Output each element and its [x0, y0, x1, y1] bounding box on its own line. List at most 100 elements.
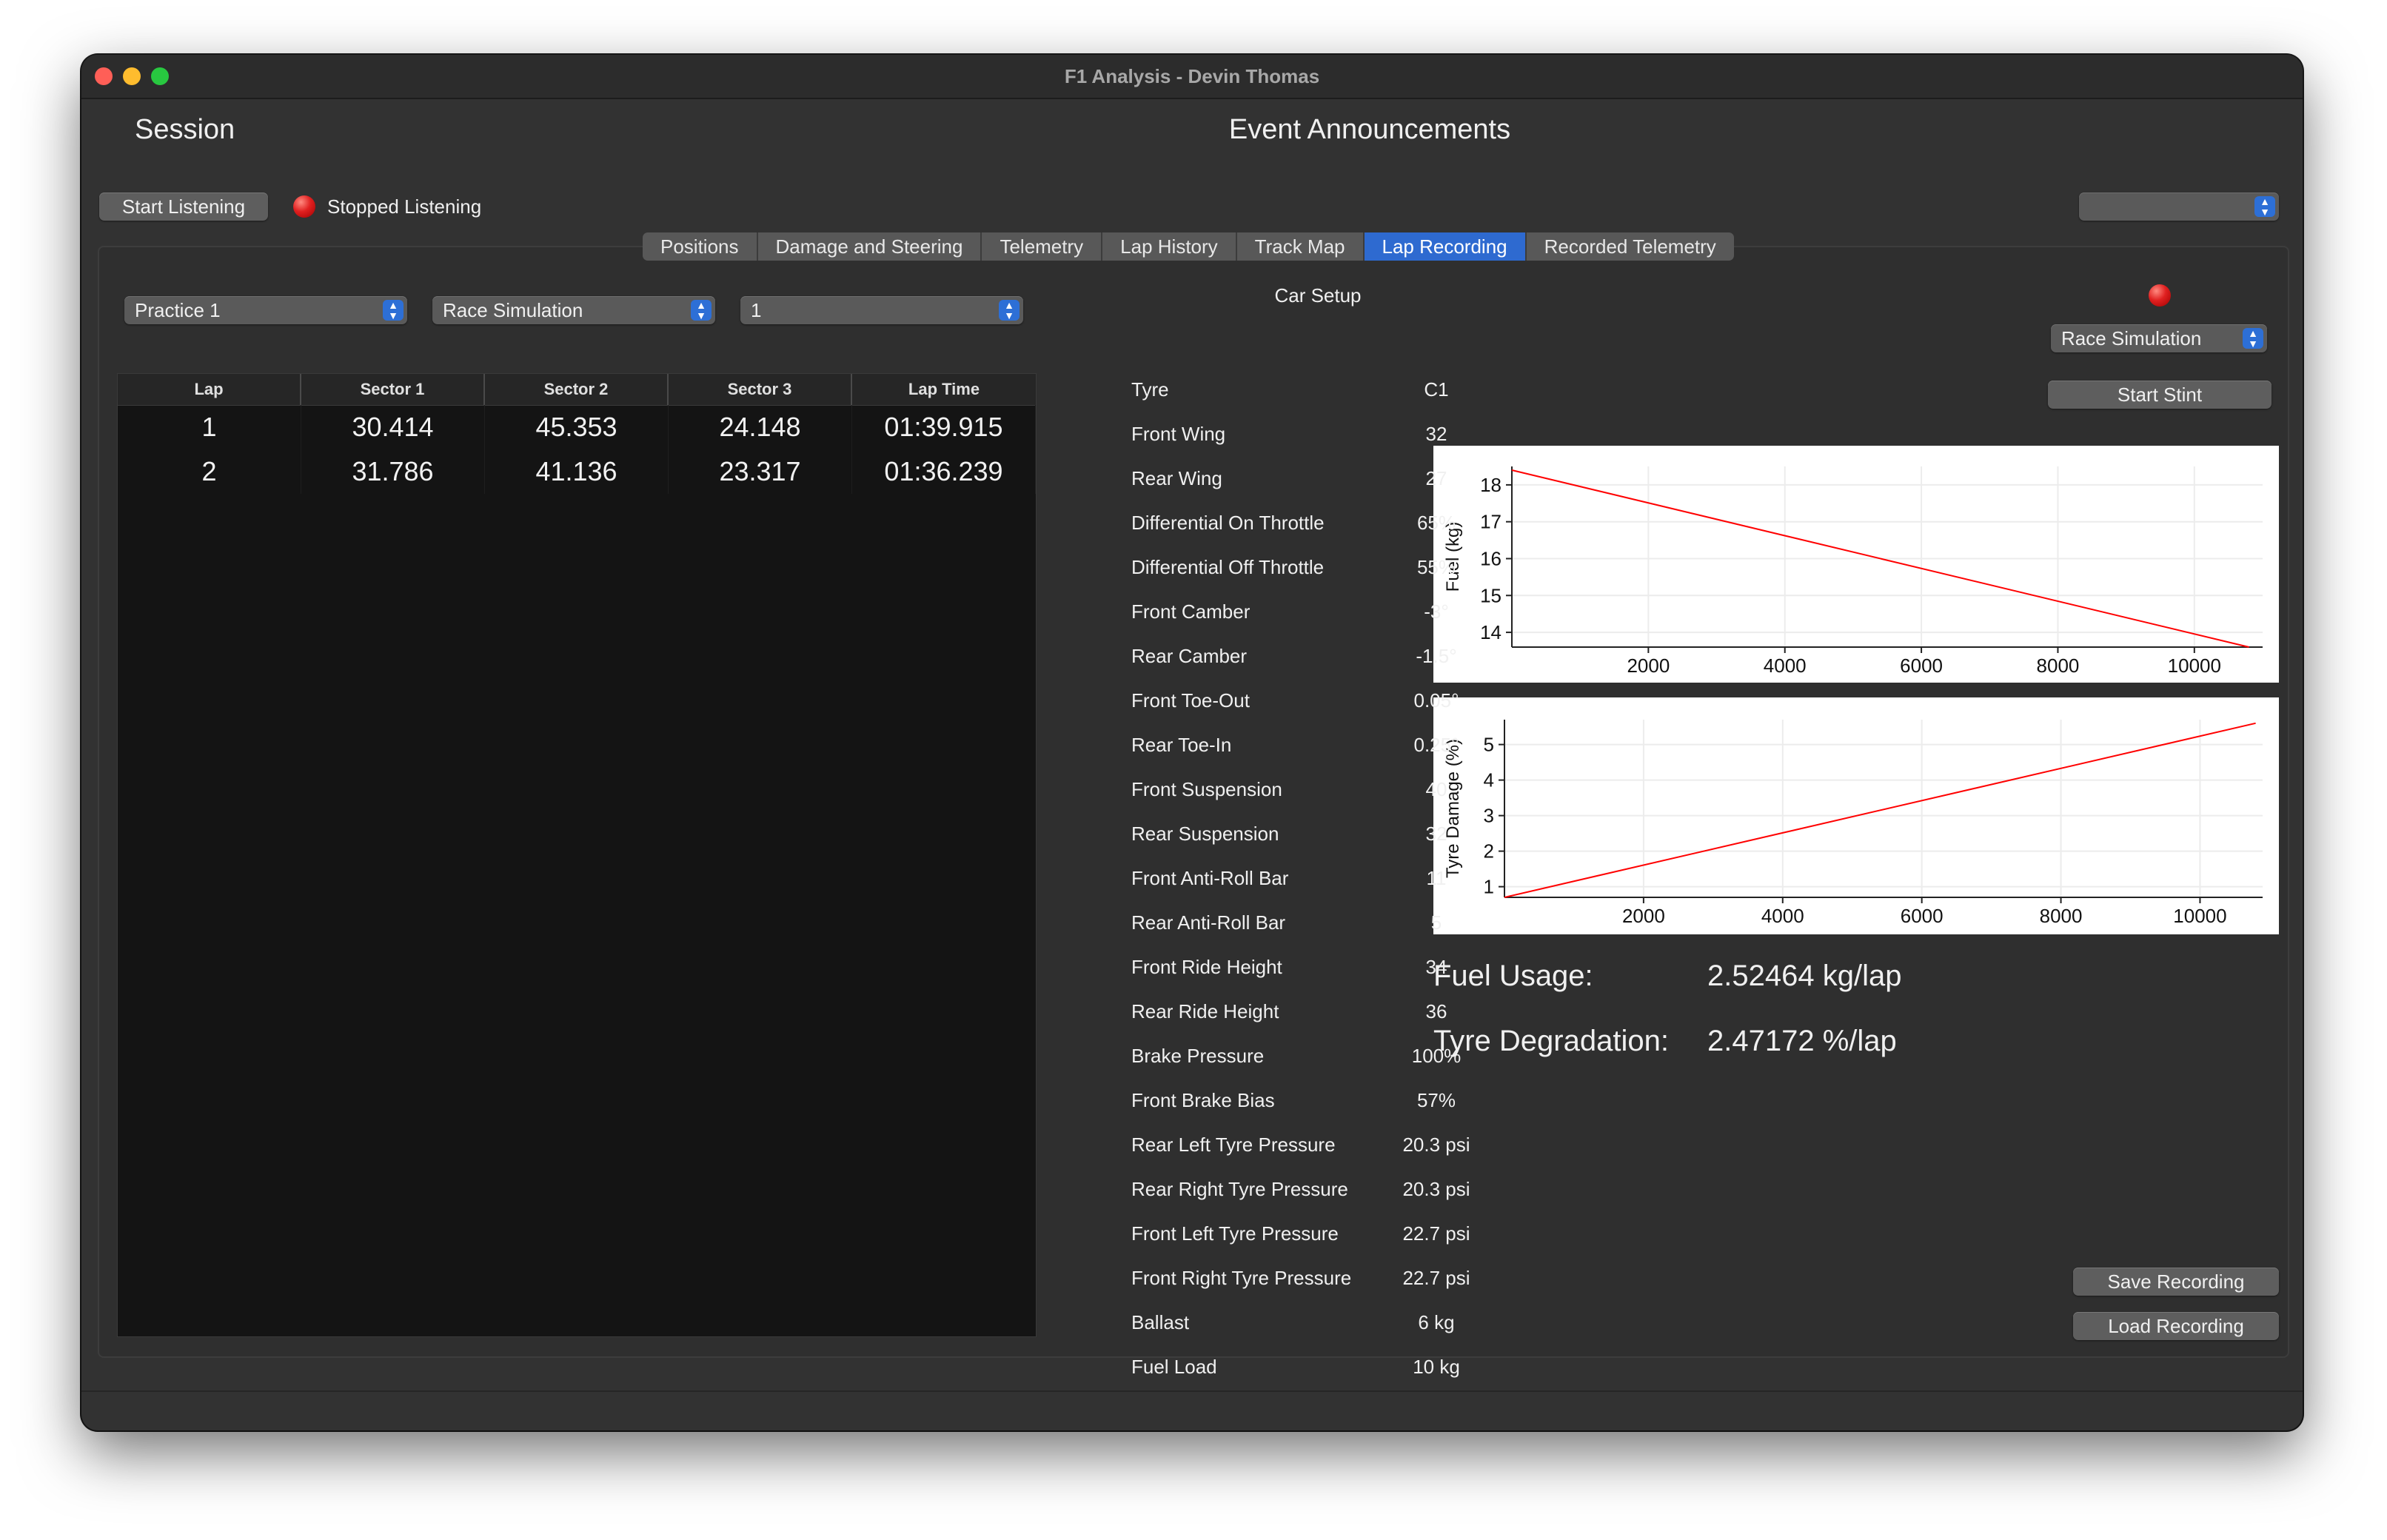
event-announcements-heading: Event Announcements	[1228, 114, 1511, 145]
setup-label: Front Wing	[1131, 423, 1226, 445]
setup-label: Front Toe-Out	[1131, 689, 1250, 712]
x-tick-label: 2000	[1622, 905, 1665, 927]
mode-select-value: Race Simulation	[443, 299, 583, 321]
laps-table-header: Lap Sector 1 Sector 2 Sector 3 Lap Time	[118, 374, 1036, 406]
setup-value: 27	[1425, 467, 1447, 489]
setup-value: 6 kg	[1418, 1311, 1455, 1333]
fuel-chart: 2000 4000 6000 8000 10000 14 15 16 17 18 Fuel (kg)	[1433, 446, 2279, 683]
setup-value: 65%	[1416, 512, 1456, 534]
tyre-degradation-value: 2.47172 %/lap	[1707, 1025, 1897, 1057]
setup-value: -1.5°	[1416, 645, 1457, 667]
setup-label: Rear Suspension	[1131, 823, 1279, 845]
x-tick-label: 6000	[1901, 905, 1944, 927]
setup-label: Differential Off Throttle	[1131, 556, 1325, 578]
x-tick-label: 10000	[2168, 654, 2221, 677]
chevron-up-down-icon: ▲ ▼	[691, 300, 712, 321]
tab-track-map[interactable]: Track Map	[1236, 232, 1365, 261]
tab-damage-and-steering[interactable]: Damage and Steering	[757, 232, 982, 261]
tyre-damage-chart: 2000 4000 6000 8000 10000 1 2 3 4 5 Tyre Damage (%…	[1433, 697, 2279, 934]
setup-value: 5	[1430, 911, 1442, 934]
cell-sector-2: 41.136	[485, 449, 669, 494]
table-row[interactable]: 1 30.414 45.353 24.148 01:39.915	[118, 405, 1036, 449]
setup-label: Front Suspension	[1131, 778, 1282, 800]
setup-label: Tyre	[1131, 378, 1169, 401]
load-recording-button[interactable]: Load Recording	[2073, 1312, 2279, 1340]
setup-value: 32	[1425, 823, 1447, 845]
x-tick-label: 4000	[1764, 654, 1807, 677]
window-title: F1 Analysis - Devin Thomas	[1064, 65, 1320, 87]
chevron-up-down-icon: ▲ ▼	[2254, 196, 2275, 217]
tab-lap-recording[interactable]: Lap Recording	[1364, 232, 1527, 261]
column-header-lap[interactable]: Lap	[118, 374, 301, 405]
fuel-usage-value: 2.52464 kg/lap	[1707, 960, 1902, 992]
session-select[interactable]: Practice 1 ▲ ▼	[124, 296, 407, 324]
laps-table: Lap Sector 1 Sector 2 Sector 3 Lap Time …	[117, 373, 1037, 1337]
x-tick-label: 8000	[2040, 905, 2083, 927]
tyre-damage-chart-svg: 2000 4000 6000 8000 1000012345Tyre Damage (%…	[1443, 720, 2263, 927]
x-tick-label: 6000	[1900, 654, 1943, 677]
setup-value: 34	[1425, 956, 1447, 978]
mode-select[interactable]: Race Simulation ▲ ▼	[432, 296, 715, 324]
x-tick-label: 2000	[1627, 654, 1670, 677]
setup-label: Front Ride Height	[1131, 956, 1282, 978]
chevron-up-down-icon: ▲ ▼	[999, 300, 1020, 321]
start-stint-button[interactable]: Start Stint	[2048, 381, 2272, 409]
setup-label: Differential On Throttle	[1131, 512, 1325, 534]
setup-label: Rear Anti-Roll Bar	[1131, 911, 1286, 934]
tab-recorded-telemetry[interactable]: Recorded Telemetry	[1526, 232, 1734, 261]
setup-label: Ballast	[1131, 1311, 1190, 1333]
setup-value: 0.05°	[1413, 689, 1459, 712]
tab-lap-history[interactable]: Lap History	[1102, 232, 1237, 261]
setup-value: 40	[1425, 778, 1447, 800]
cell-sector-2: 45.353	[485, 405, 669, 449]
stint-mode-select[interactable]: Race Simulation ▲ ▼	[2051, 324, 2267, 352]
recording-status-led	[2149, 284, 2171, 307]
setup-label: Front Right Tyre Pressure	[1131, 1267, 1352, 1289]
setup-value: 100%	[1411, 1045, 1462, 1067]
series-line	[1504, 722, 2256, 898]
setup-label: Rear Right Tyre Pressure	[1131, 1178, 1348, 1200]
column-header-sector-2[interactable]: Sector 2	[485, 374, 669, 405]
setup-value: 20.3 psi	[1402, 1178, 1470, 1200]
cell-sector-1: 30.414	[301, 405, 485, 449]
setup-value: 11	[1426, 867, 1447, 889]
stint-select[interactable]: 1 ▲ ▼	[740, 296, 1023, 324]
start-listening-button[interactable]: Start Listening	[99, 192, 268, 221]
setup-label: Rear Left Tyre Pressure	[1131, 1134, 1336, 1156]
save-recording-button[interactable]: Save Recording	[2073, 1268, 2279, 1296]
x-tick-label: 4000	[1761, 905, 1804, 927]
y-axis-label: Tyre Damage (%)	[1443, 739, 1463, 878]
setup-value: 36	[1425, 1000, 1447, 1022]
setup-label: Rear Ride Height	[1131, 1000, 1279, 1022]
column-header-sector-3[interactable]: Sector 3	[669, 374, 852, 405]
session-select-value: Practice 1	[135, 299, 221, 321]
table-row[interactable]: 2 31.786 41.136 23.317 01:36.239	[118, 449, 1036, 494]
top-right-select[interactable]: ▲ ▼	[2079, 192, 2279, 221]
tab-telemetry[interactable]: Telemetry	[982, 232, 1103, 261]
listening-status-led	[293, 195, 315, 218]
stint-mode-select-value: Race Simulation	[2061, 327, 2202, 349]
setup-label: Rear Wing	[1131, 467, 1222, 489]
cell-lap: 2	[118, 449, 301, 494]
setup-value: 22.7 psi	[1402, 1267, 1470, 1289]
setup-label: Front Camber	[1131, 600, 1251, 623]
column-header-lap-time[interactable]: Lap Time	[852, 374, 1036, 405]
setup-label: Rear Camber	[1131, 645, 1248, 667]
setup-label: Front Anti-Roll Bar	[1131, 867, 1289, 889]
setup-label: Front Brake Bias	[1131, 1089, 1275, 1111]
setup-value: 57%	[1416, 1089, 1456, 1111]
setup-value: 22.7 psi	[1402, 1222, 1470, 1245]
setup-value: 10 kg	[1413, 1356, 1460, 1378]
column-header-sector-1[interactable]: Sector 1	[301, 374, 485, 405]
app-window: F1 Analysis - Devin Thomas Session Event…	[81, 55, 2303, 1430]
chevron-up-down-icon: ▲ ▼	[2243, 328, 2263, 349]
setup-value: 55%	[1416, 556, 1456, 578]
session-heading: Session	[135, 114, 235, 145]
setup-value: 0.25°	[1413, 734, 1459, 756]
setup-value: 32	[1425, 423, 1447, 445]
stint-select-value: 1	[751, 299, 762, 321]
setup-label: Front Left Tyre Pressure	[1131, 1222, 1339, 1245]
tab-positions[interactable]: Positions	[643, 232, 758, 261]
tab-bar: Positions Damage and Steering Telemetry …	[643, 232, 1734, 261]
cell-sector-3: 23.317	[669, 449, 852, 494]
